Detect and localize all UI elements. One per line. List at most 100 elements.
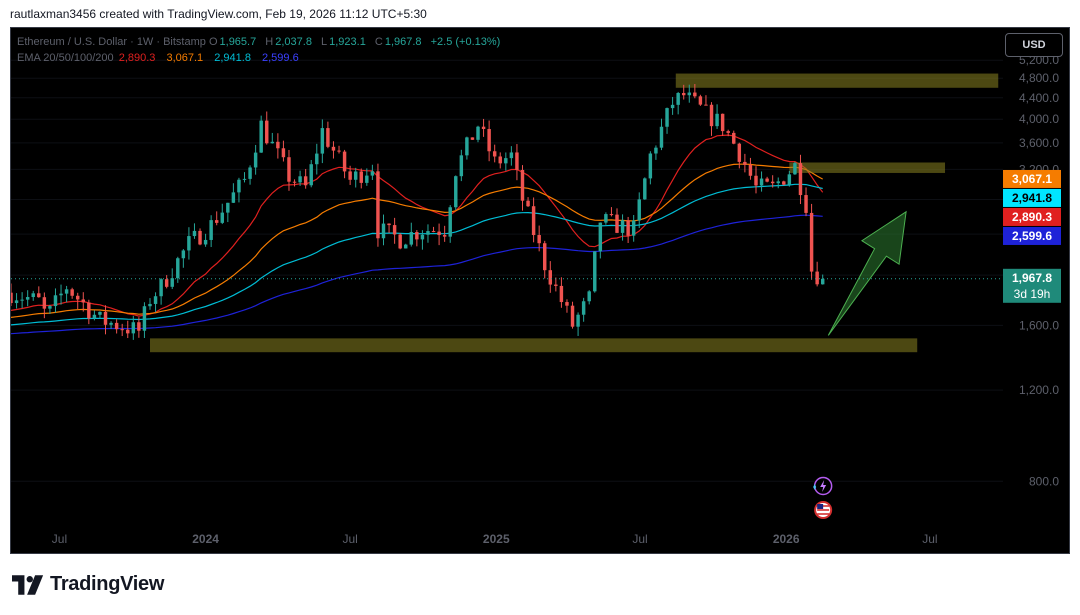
tradingview-brand[interactable]: TradingView [12,573,164,596]
candle-body [431,231,436,233]
ohlc-low-key: L [321,36,328,48]
candle [137,317,141,338]
symbol-legend: Ethereum / U.S. Dollar · 1W · Bitstamp O… [17,36,500,48]
candle [370,164,375,180]
candle [759,171,764,192]
candle [226,202,230,223]
x-tick-label: Jul [52,532,67,546]
candle-body [353,171,358,180]
candle-body [570,305,575,327]
ema200-legend-value: 2,599.6 [262,52,299,64]
candle-body [203,239,208,245]
candle-body [214,220,219,223]
candle [670,96,675,115]
ema20-price-badge-text: 2,890.3 [1012,210,1052,224]
candle [820,274,825,285]
symbol-title: Ethereum / U.S. Dollar · 1W · Bitstamp [17,36,206,48]
us-flag-icon [814,501,833,519]
candle [25,290,30,307]
y-tick-label: 1,200.0 [1019,383,1059,397]
candle [548,261,553,293]
candle-body [75,295,80,300]
candle-body [759,178,764,186]
candle [331,141,336,159]
candle [431,226,436,233]
candle-body [476,126,480,140]
chart-panel[interactable]: 800.01,200.01,600.02,000.02,400.02,800.0… [10,27,1070,554]
candle [276,133,280,159]
candle-body [537,235,541,244]
currency-button[interactable]: USD [1005,33,1063,57]
candle [164,275,169,289]
candle-body [454,176,458,208]
candle-body [120,329,124,331]
ohlc-open-key: O [208,36,218,48]
ema200-price-badge: 2,599.6 [1003,226,1061,245]
candle-body [98,311,102,315]
candle-body [153,296,158,304]
candle-body [370,171,375,176]
candle [259,115,263,153]
candle-body [326,128,330,147]
candle [126,320,130,339]
candle-body [809,212,814,272]
candle-body [531,206,536,236]
candle [776,177,780,189]
candle [98,311,102,319]
candle [237,177,241,203]
candle-body [187,236,191,251]
candle-body [587,291,591,302]
candle [676,91,680,115]
y-tick-label: 4,400.0 [1019,91,1059,105]
candle-body [298,176,302,183]
candle-body [648,153,653,179]
candle [593,251,597,293]
candle-body [604,214,608,223]
y-tick-label: 4,000.0 [1019,112,1059,126]
candle-body [420,234,425,240]
candle [748,157,753,180]
candle [570,301,575,329]
candle [793,161,797,175]
candle-body [581,301,586,315]
candle-body [320,128,325,154]
candle [265,111,269,145]
candle [415,230,419,247]
candle-body [726,131,730,133]
candle-body [126,329,130,334]
candle-body [654,147,658,154]
candle-body [404,244,408,249]
x-tick-label: Jul [342,532,357,546]
candle-body [526,200,530,207]
candle-body [48,306,52,309]
brand-name: TradingView [50,573,165,595]
candle-body [559,285,564,303]
candle-body [498,156,502,164]
candle [42,292,47,319]
candle-body [609,214,614,216]
candle-body [270,141,275,144]
candle [787,170,792,187]
price-chart[interactable]: 800.01,200.01,600.02,000.02,400.02,800.0… [11,28,1069,553]
candle-body [248,167,252,179]
candle-body [743,161,747,165]
candle [326,121,330,149]
candle-body [598,222,603,252]
candle [704,95,708,106]
candle-body [287,157,291,182]
candle [64,285,69,303]
ohlc-low-value: 1,923.1 [329,36,366,48]
candle-body [593,251,597,292]
ema50-price-badge: 3,067.1 [1003,169,1061,188]
candle [214,211,219,226]
ema-line-20 [11,134,824,317]
candle [231,183,236,204]
candle [31,290,35,301]
candle-body [359,171,363,183]
candle-body [820,278,825,285]
candle-body [643,178,647,200]
candle-body [787,174,792,185]
ema100-price-badge: 2,941.8 [1003,188,1061,207]
ohlc-high-value: 2,037.8 [275,36,312,48]
candle-body [381,223,386,239]
